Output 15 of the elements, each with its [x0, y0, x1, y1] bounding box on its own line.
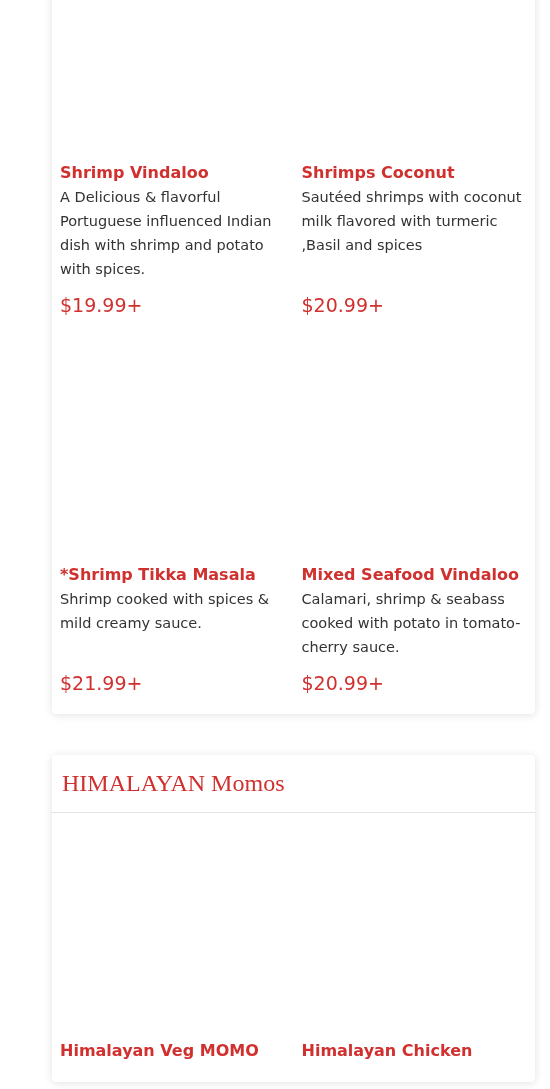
- section-title: HIMALAYAN Momos: [62, 770, 285, 797]
- dish-description: A Delicious & flavorful Portuguese influenced Indian dish with shrimp and potato with spices.: [60, 188, 273, 279]
- dish-name[interactable]: *Shrimp Tikka Masala: [60, 562, 286, 587]
- dish-name[interactable]: Mixed Seafood Vindaloo: [301, 562, 527, 587]
- dish-price: $20.99+: [301, 671, 385, 695]
- dish-price: $19.99+: [60, 293, 144, 317]
- dish-price: $20.99+: [301, 293, 385, 317]
- dish-description: Calamari, shrimp & seabass cooked with potato in tomato-cherry sauce.: [301, 590, 522, 657]
- dish-name[interactable]: Shrimps Coconut: [301, 160, 527, 185]
- dish-description: Shrimp cooked with spices & mild creamy sauce.: [60, 590, 271, 633]
- dish-name[interactable]: Himalayan Chicken: [301, 1038, 527, 1063]
- dish-description: Sautéed shrimps with coconut milk flavored with turmeric ,Basil and spices: [301, 188, 523, 255]
- dish-name[interactable]: Shrimp Vindaloo: [60, 160, 286, 185]
- dish-name[interactable]: Himalayan Veg MOMO: [60, 1038, 286, 1063]
- dish-price: $21.99+: [60, 671, 144, 695]
